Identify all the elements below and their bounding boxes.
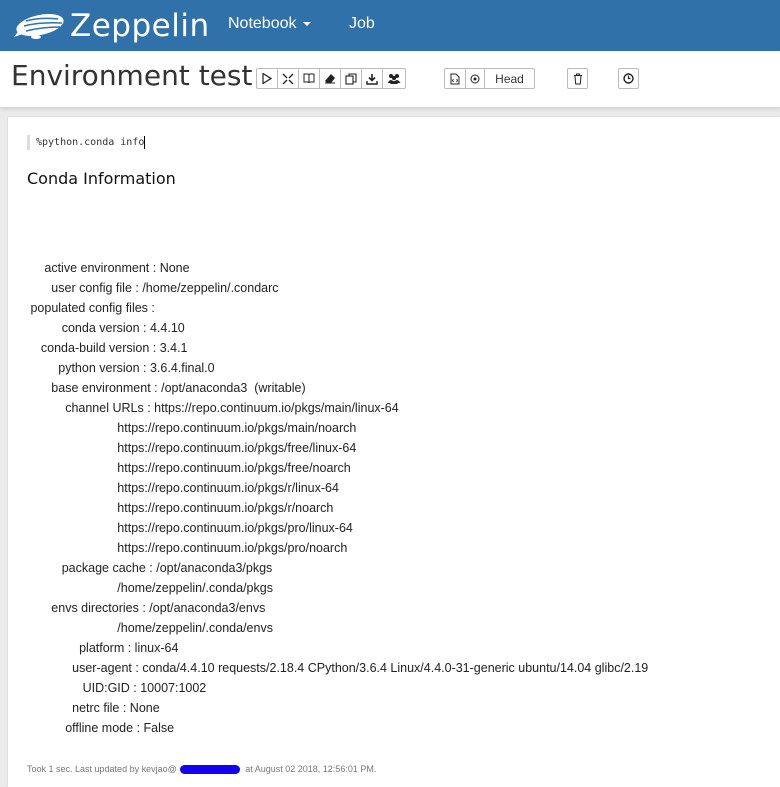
paragraph-footer: Took 1 sec. Last updated by kevjao@ at A…: [27, 764, 377, 775]
result-line: /home/zeppelin/.conda/pkgs: [27, 581, 273, 595]
copy-icon: [345, 72, 357, 85]
brand-name: Zeppelin: [70, 8, 210, 44]
clock-icon: [623, 73, 634, 84]
footer-prefix: Took 1 sec. Last updated by kevjao@: [27, 764, 177, 774]
footer-suffix: at August 02 2018, 12:56:01 PM.: [242, 764, 377, 774]
notebook-actions: [256, 68, 406, 89]
result-line: envs directories : /opt/anaconda3/envs: [27, 601, 266, 615]
toggle-output-button[interactable]: [298, 68, 320, 89]
notebook-title[interactable]: Environment test: [11, 59, 252, 92]
commit-button[interactable]: [444, 68, 466, 89]
users-icon: [387, 74, 401, 84]
result-line: channel URLs : https://repo.continuum.io…: [27, 401, 399, 415]
clear-output-button[interactable]: [319, 68, 341, 89]
result-line: conda-build version : 3.4.1: [27, 341, 188, 355]
job-menu[interactable]: Job: [349, 15, 375, 33]
result-line: https://repo.continuum.io/pkgs/free/linu…: [27, 441, 357, 455]
run-all-button[interactable]: [256, 68, 278, 89]
result-line: https://repo.continuum.io/pkgs/free/noar…: [27, 461, 351, 475]
result-line: user config file : /home/zeppelin/.conda…: [27, 281, 279, 295]
result-line: package cache : /opt/anaconda3/pkgs: [27, 561, 273, 575]
trash-icon: [573, 73, 582, 84]
notebook-menu[interactable]: Notebook: [228, 15, 311, 33]
book-icon: [303, 73, 315, 84]
scheduler-button[interactable]: [618, 68, 639, 89]
brand[interactable]: Zeppelin: [12, 6, 210, 46]
version-dropdown[interactable]: Head: [484, 68, 535, 89]
result-title: Conda Information: [27, 169, 176, 188]
result-line: populated config files :: [27, 301, 159, 315]
text-cursor: [144, 135, 146, 149]
delete-button[interactable]: [567, 68, 588, 89]
redaction-mark: [179, 765, 240, 775]
result-line: https://repo.continuum.io/pkgs/r/linux-6…: [27, 481, 339, 495]
code-editor[interactable]: %python.conda info: [27, 135, 146, 150]
play-icon: [262, 73, 272, 84]
eraser-icon: [325, 74, 335, 84]
code-text: %python.conda info: [36, 137, 145, 148]
paragraph: %python.conda info Conda Information act…: [8, 117, 780, 787]
job-menu-label: Job: [349, 15, 375, 32]
result-line: python version : 3.6.4.final.0: [27, 361, 215, 375]
zeppelin-logo-icon: [14, 14, 64, 39]
result-line: base environment : /opt/anaconda3 (writa…: [27, 381, 306, 395]
clone-button[interactable]: [340, 68, 362, 89]
result-line: https://repo.continuum.io/pkgs/pro/linux…: [27, 521, 353, 535]
result-line: active environment : None: [27, 261, 190, 275]
result-line: offline mode : False: [27, 721, 175, 735]
toggle-code-button[interactable]: [277, 68, 299, 89]
export-button[interactable]: [361, 68, 383, 89]
result-line: conda version : 4.4.10: [27, 321, 185, 335]
result-line: platform : linux-64: [27, 641, 179, 655]
top-navbar: Zeppelin Notebook Job: [0, 0, 780, 51]
caret-down-icon: [302, 21, 311, 26]
result-output: active environment : None user config fi…: [27, 258, 648, 738]
notebook-header: Environment test Head: [0, 51, 780, 108]
version-control: Head: [444, 68, 535, 89]
result-line: user-agent : conda/4.4.10 requests/2.18.…: [27, 661, 649, 675]
refresh-icon: [470, 74, 480, 83]
collaboration-button[interactable]: [382, 68, 406, 89]
result-line: UID:GID : 10007:1002: [27, 681, 207, 695]
download-icon: [366, 73, 378, 85]
delete-group: [567, 68, 588, 89]
result-line: netrc file : None: [27, 701, 160, 715]
result-line: https://repo.continuum.io/pkgs/r/noarch: [27, 501, 334, 515]
result-line: /home/zeppelin/.conda/envs: [27, 621, 273, 635]
expand-icon: [282, 73, 294, 84]
file-code-icon: [450, 73, 460, 84]
scheduler-group: [618, 68, 639, 89]
compare-revisions-button[interactable]: [465, 68, 485, 89]
result-line: https://repo.continuum.io/pkgs/main/noar…: [27, 421, 357, 435]
result-line: https://repo.continuum.io/pkgs/pro/noarc…: [27, 541, 348, 555]
notebook-menu-label: Notebook: [228, 15, 297, 32]
